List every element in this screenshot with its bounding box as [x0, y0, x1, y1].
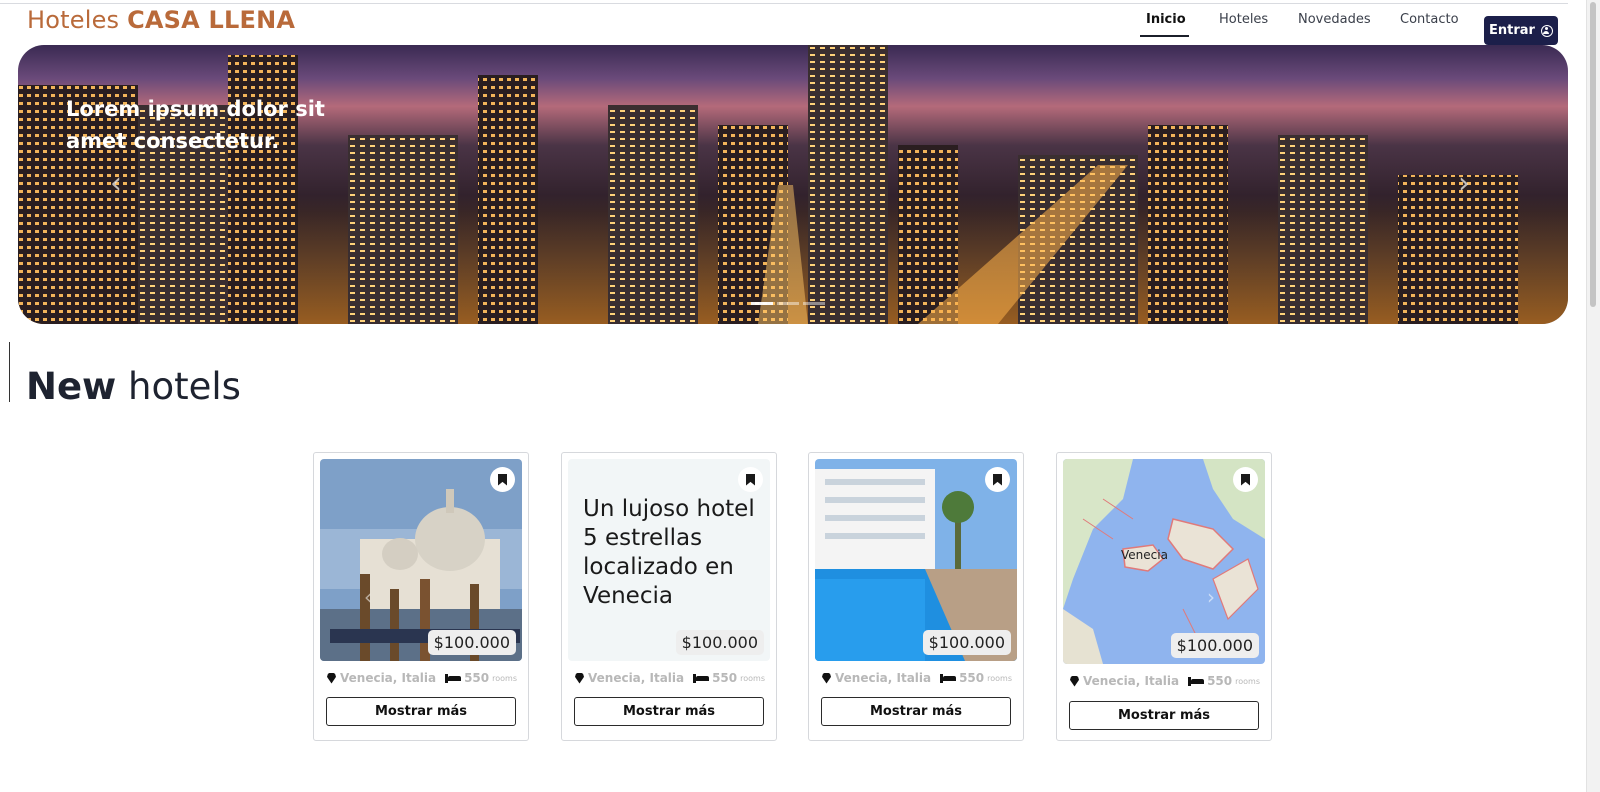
top-border	[0, 3, 1568, 4]
show-more-button[interactable]: Mostrar más	[574, 697, 764, 726]
bed-icon	[940, 673, 957, 683]
hotel-description-slide[interactable]: Un lujoso hotel 5 estrellas localizado e…	[568, 459, 770, 661]
text-cursor-bar	[9, 342, 10, 402]
card-meta: Venecia, Italia 550 rooms	[327, 671, 517, 687]
nav-item-novedades[interactable]: Novedades	[1298, 12, 1371, 27]
section-title-bold: New	[26, 365, 117, 408]
map-pin-icon	[575, 672, 584, 684]
rooms-count: 550	[464, 671, 490, 685]
login-label: Entrar	[1489, 23, 1535, 38]
nav-active-indicator	[1140, 35, 1189, 37]
main-nav: Inicio Hoteles Novedades Contacto Entrar	[0, 10, 1568, 45]
bookmark-icon	[1241, 473, 1250, 486]
carousel-dot[interactable]	[777, 302, 799, 305]
rooms-info: 550 rooms	[940, 671, 1012, 685]
user-circle-icon	[1540, 24, 1553, 37]
rooms-count: 550	[712, 671, 738, 685]
location: Venecia, Italia	[1070, 674, 1179, 688]
hotel-card: ‹ $100.000 Venecia, Italia 550 rooms Mos…	[313, 452, 529, 741]
location-text: Venecia, Italia	[1083, 674, 1180, 688]
location-text: Venecia, Italia	[835, 671, 932, 685]
bed-icon	[1188, 676, 1205, 686]
card-next-icon[interactable]: ›	[1207, 585, 1215, 609]
city-skyline-image	[18, 45, 1568, 324]
price-badge: $100.000	[675, 630, 764, 655]
venice-map[interactable]: Venecia › $100.000	[1063, 459, 1265, 664]
hotel-pool-image[interactable]: $100.000	[815, 459, 1017, 661]
card-meta: Venecia, Italia 550 rooms	[1070, 674, 1260, 690]
location-text: Venecia, Italia	[588, 671, 685, 685]
show-more-button[interactable]: Mostrar más	[1069, 701, 1259, 730]
rooms-count: 550	[1207, 674, 1233, 688]
hotel-description: Un lujoso hotel 5 estrellas localizado e…	[583, 496, 755, 609]
bookmark-icon	[498, 473, 507, 486]
rooms-unit: rooms	[740, 673, 765, 683]
carousel-dot[interactable]	[803, 302, 825, 305]
map-pin-icon	[1070, 675, 1079, 687]
bookmark-button[interactable]	[985, 467, 1010, 492]
hotel-card: $100.000 Venecia, Italia 550 rooms Mostr…	[808, 452, 1024, 741]
carousel-indicators	[751, 302, 825, 305]
rooms-info: 550 rooms	[445, 671, 517, 685]
location: Venecia, Italia	[822, 671, 931, 685]
price-badge: $100.000	[427, 630, 516, 655]
hero-heading: Lorem ipsum dolor sit amet consectetur.	[66, 97, 325, 153]
hero-carousel: Lorem ipsum dolor sit amet consectetur. …	[18, 45, 1568, 324]
location: Venecia, Italia	[575, 671, 684, 685]
rooms-info: 550 rooms	[1188, 674, 1260, 688]
scrollbar-thumb[interactable]	[1590, 2, 1596, 307]
hotel-card: Un lujoso hotel 5 estrellas localizado e…	[561, 452, 777, 741]
card-prev-icon[interactable]: ‹	[364, 585, 372, 609]
show-more-button[interactable]: Mostrar más	[821, 697, 1011, 726]
bed-icon	[693, 673, 710, 683]
show-more-button[interactable]: Mostrar más	[326, 697, 516, 726]
price-badge: $100.000	[1170, 633, 1259, 658]
carousel-prev-icon[interactable]: ‹	[110, 166, 122, 201]
rooms-info: 550 rooms	[693, 671, 765, 685]
rooms-unit: rooms	[492, 673, 517, 683]
bookmark-button[interactable]	[1233, 467, 1258, 492]
bookmark-icon	[993, 473, 1002, 486]
card-meta: Venecia, Italia 550 rooms	[575, 671, 765, 687]
map-pin-icon	[822, 672, 831, 684]
card-meta: Venecia, Italia 550 rooms	[822, 671, 1012, 687]
bed-icon	[445, 673, 462, 683]
section-title: New hotels	[26, 365, 241, 408]
nav-item-inicio[interactable]: Inicio	[1146, 12, 1186, 27]
login-button[interactable]: Entrar	[1484, 16, 1558, 45]
venice-basilica-image[interactable]: ‹ $100.000	[320, 459, 522, 661]
map-pin-icon	[327, 672, 336, 684]
bookmark-button[interactable]	[490, 467, 515, 492]
rooms-unit: rooms	[1235, 676, 1260, 686]
location: Venecia, Italia	[327, 671, 436, 685]
section-title-light: hotels	[128, 365, 241, 408]
nav-item-contacto[interactable]: Contacto	[1400, 12, 1459, 27]
location-text: Venecia, Italia	[340, 671, 437, 685]
bookmark-button[interactable]	[738, 467, 763, 492]
nav-item-hoteles[interactable]: Hoteles	[1219, 12, 1268, 27]
map-label: Venecia	[1121, 548, 1168, 562]
rooms-count: 550	[959, 671, 985, 685]
bookmark-icon	[746, 473, 755, 486]
hotel-card: Venecia › $100.000 Venecia, Italia 550 r…	[1056, 452, 1272, 741]
rooms-unit: rooms	[987, 673, 1012, 683]
carousel-dot[interactable]	[751, 302, 773, 305]
carousel-next-icon[interactable]: ›	[1458, 166, 1470, 201]
price-badge: $100.000	[922, 630, 1011, 655]
